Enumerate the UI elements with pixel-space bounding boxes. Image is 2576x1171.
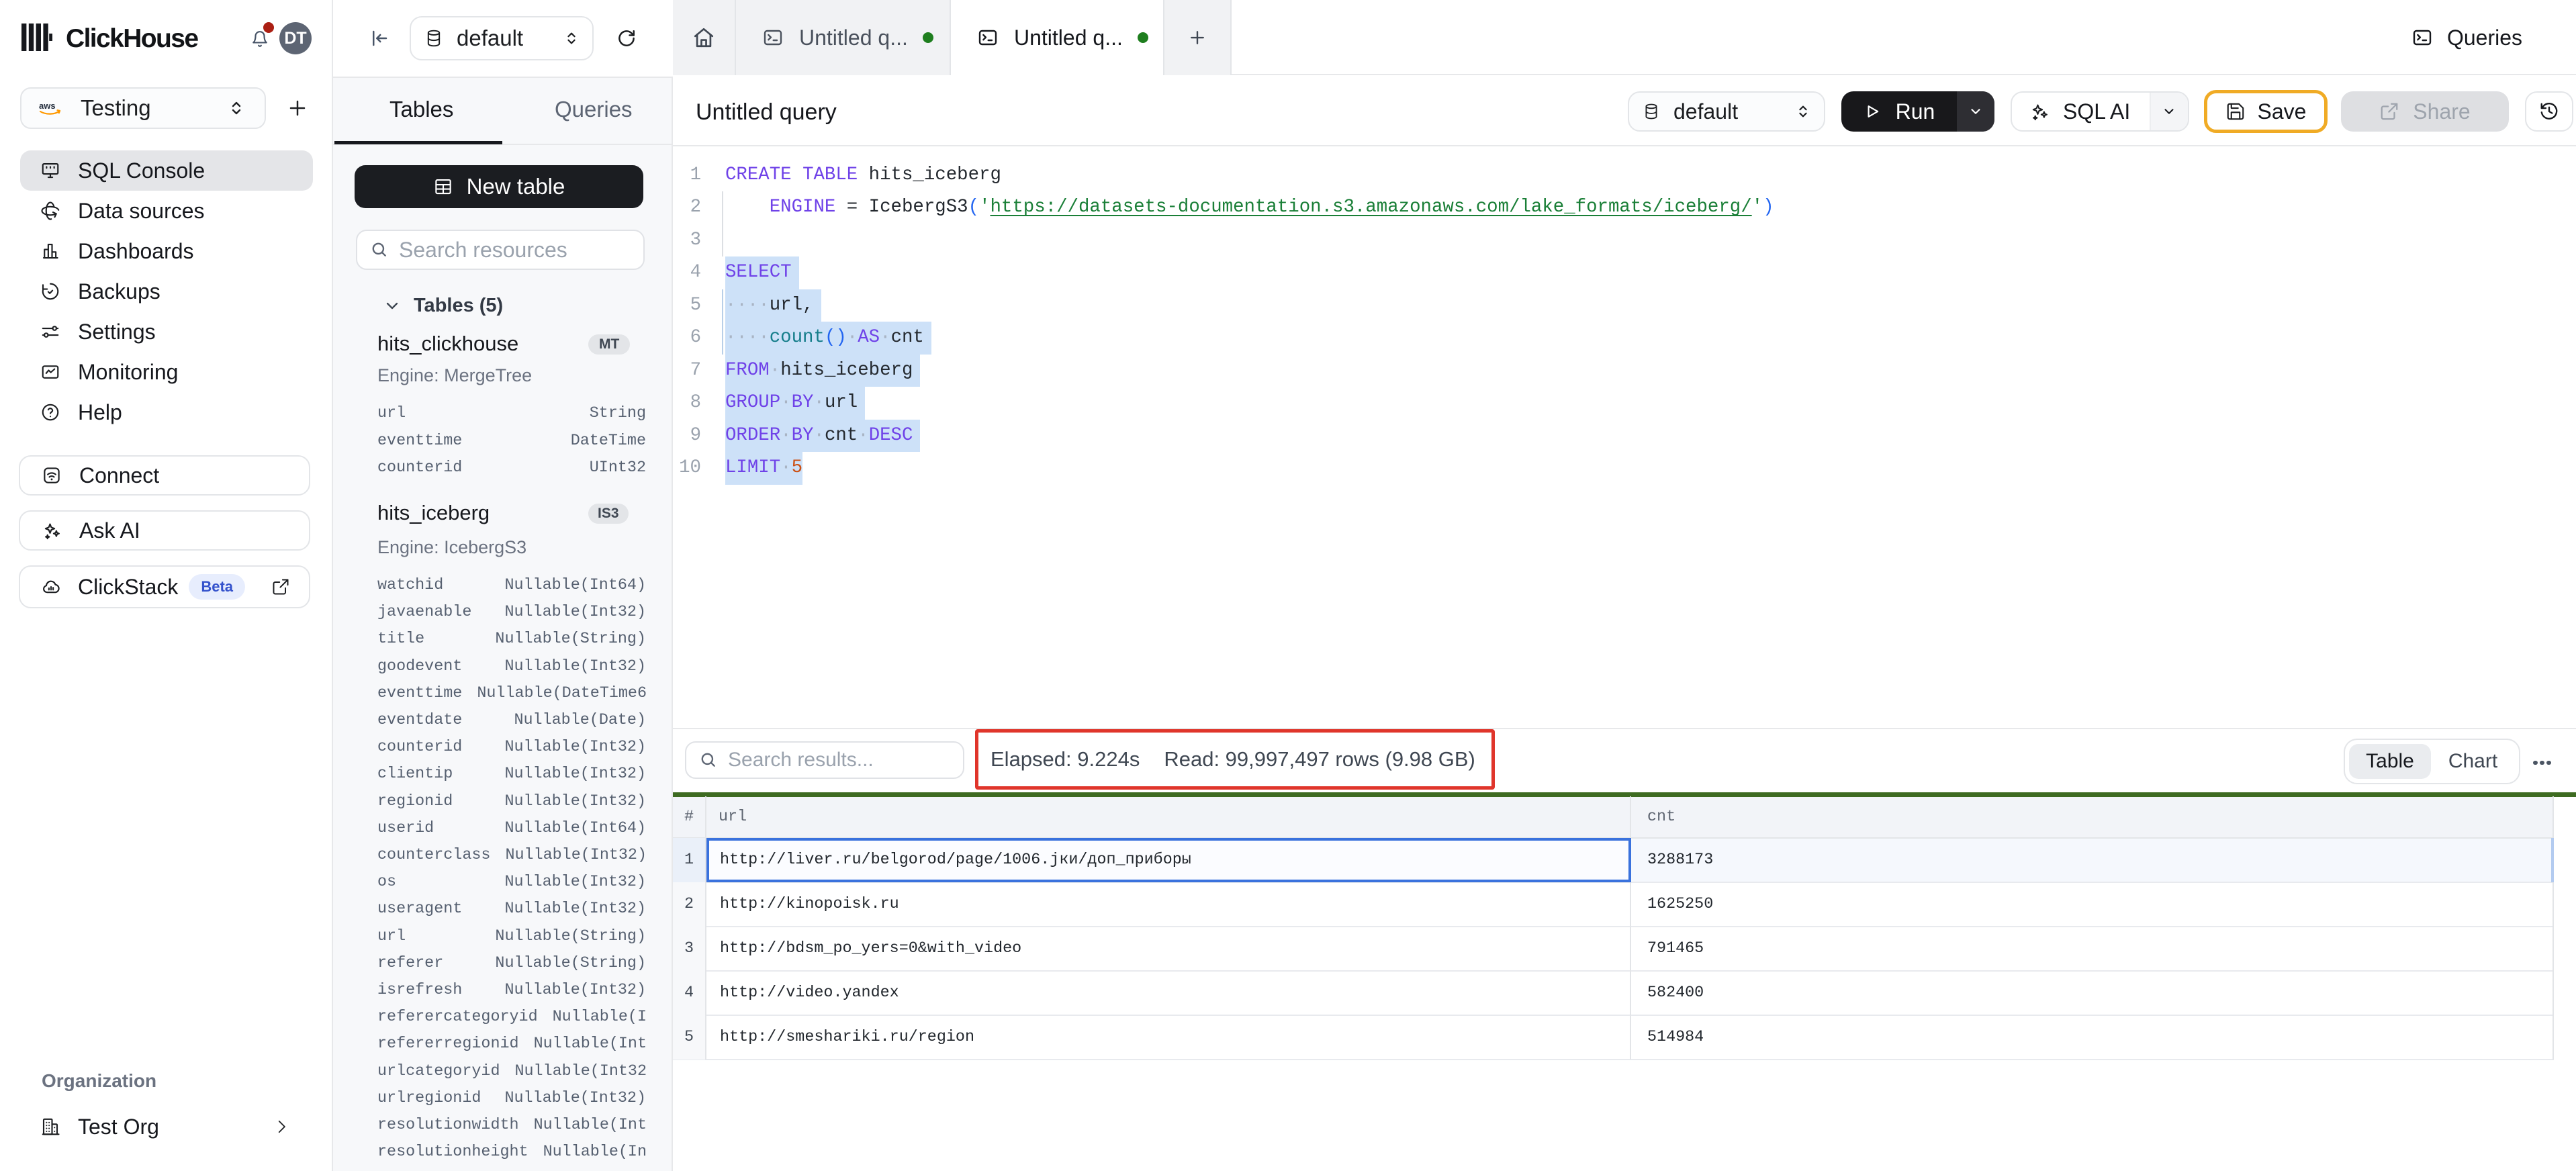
svg-text:aws: aws	[39, 101, 56, 111]
